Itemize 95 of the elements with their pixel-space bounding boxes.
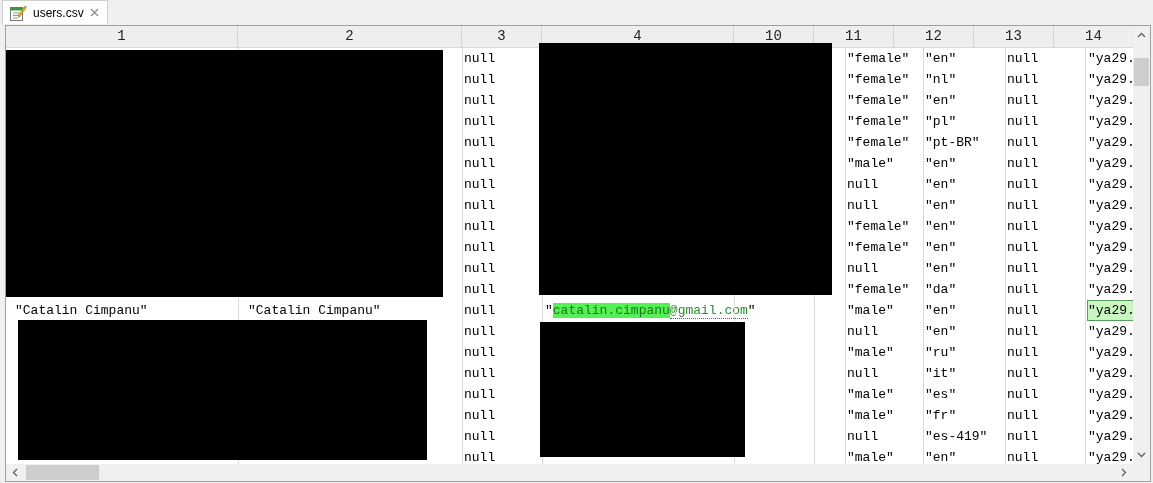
email-cell-text: "catalin.cimpanu@gmail.com" (545, 302, 756, 321)
table-cell: null (845, 426, 923, 447)
table-cell[interactable]: "ya29. (1087, 300, 1133, 321)
table-cell: "en" (923, 195, 1005, 216)
table-cell: "en" (923, 153, 1005, 174)
table-cell[interactable]: "ya29. (1087, 48, 1133, 69)
scroll-down-icon[interactable] (1137, 452, 1146, 458)
table-cell[interactable]: "ya29. (1087, 342, 1133, 363)
table-cell[interactable]: "ya29. (1087, 90, 1133, 111)
table-cell: "es-419" (923, 426, 1005, 447)
table-cell: null (1005, 153, 1085, 174)
table-cell: null (1005, 90, 1085, 111)
table-cell: "fr" (923, 405, 1005, 426)
table-cell[interactable]: "ya29. (1087, 111, 1133, 132)
table-cell: null (845, 258, 923, 279)
scroll-left-icon[interactable] (12, 468, 18, 477)
table-cell[interactable]: "ya29. (1087, 195, 1133, 216)
table-cell: "it" (923, 363, 1005, 384)
table-cell: "male" (845, 342, 923, 363)
table-cell[interactable]: "ya29. (1087, 237, 1133, 258)
table-cell: null (1005, 195, 1085, 216)
table-cell: "male" (845, 384, 923, 405)
table-cell[interactable]: "ya29. (1087, 174, 1133, 195)
table-cell: null (462, 300, 542, 321)
table-cell: null (845, 321, 923, 342)
table-cell: "female" (845, 69, 923, 90)
table-cell: null (1005, 279, 1085, 300)
table-cell: "pl" (923, 111, 1005, 132)
table-cell: null (845, 174, 923, 195)
table-cell: null (1005, 342, 1085, 363)
table-cell: null (1005, 237, 1085, 258)
table-cell: "en" (923, 321, 1005, 342)
file-tab[interactable]: users.csv (2, 0, 108, 24)
column-header: 13 (974, 26, 1054, 47)
table-cell: null (1005, 111, 1085, 132)
table-cell: "da" (923, 279, 1005, 300)
table-cell: null (1005, 384, 1085, 405)
vertical-scrollbar[interactable] (1133, 26, 1150, 464)
table-cell: null (1005, 48, 1085, 69)
table-cell: "en" (923, 216, 1005, 237)
table-cell: null (1005, 405, 1085, 426)
table-cell: null (1005, 426, 1085, 447)
table-cell[interactable]: "ya29. (1087, 447, 1133, 464)
table-cell: "en" (923, 237, 1005, 258)
table-cell: "female" (845, 111, 923, 132)
table-cell: null (845, 363, 923, 384)
table-cell: null (1005, 216, 1085, 237)
table-cell[interactable]: "ya29. (1087, 258, 1133, 279)
table-cell: null (845, 195, 923, 216)
table-cell: "female" (845, 132, 923, 153)
table-cell: "en" (923, 48, 1005, 69)
table-cell: "female" (845, 279, 923, 300)
column-header: 1 (6, 26, 238, 47)
table-cell[interactable]: "ya29. (1087, 153, 1133, 174)
table-cell: "female" (845, 90, 923, 111)
scrollbar-thumb[interactable] (1134, 58, 1149, 86)
column-header: 12 (894, 26, 974, 47)
scroll-up-icon[interactable] (1137, 32, 1146, 38)
table-cell: "pt-BR" (923, 132, 1005, 153)
table-cell: "en" (923, 174, 1005, 195)
table-cell: null (1005, 321, 1085, 342)
table-cell: null (1005, 132, 1085, 153)
table-cell[interactable]: "ya29. (1087, 132, 1133, 153)
table-cell: "male" (845, 300, 923, 321)
table-cell[interactable]: "ya29. (1087, 216, 1133, 237)
table-cell[interactable]: "ya29. (1087, 405, 1133, 426)
table-cell-text: "Catalin Cimpanu" (14, 302, 149, 320)
table-cell: "male" (845, 153, 923, 174)
notepad-icon (9, 3, 27, 22)
table-cell: "nl" (923, 69, 1005, 90)
table-cell: null (1005, 363, 1085, 384)
table-cell[interactable]: "ya29. (1087, 69, 1133, 90)
table-cell: "en" (923, 90, 1005, 111)
scroll-right-icon[interactable] (1121, 468, 1127, 477)
table-cell: "female" (845, 48, 923, 69)
table-cell: "en" (923, 300, 1005, 321)
table-cell: null (1005, 69, 1085, 90)
table-cell[interactable]: "ya29. (1087, 321, 1133, 342)
table-cell[interactable]: "ya29. (1087, 384, 1133, 405)
table-cell: "es" (923, 384, 1005, 405)
table-cell[interactable]: "ya29. (1087, 426, 1133, 447)
close-icon[interactable] (89, 8, 99, 17)
table-cell: "ru" (923, 342, 1005, 363)
scrollbar-thumb[interactable] (26, 465, 99, 480)
table-cell: "female" (845, 216, 923, 237)
table-cell[interactable]: "ya29. (1087, 363, 1133, 384)
table-cell: null (1005, 258, 1085, 279)
table-cell[interactable]: "ya29. (1087, 279, 1133, 300)
table-cell: "female" (845, 237, 923, 258)
table-cell: null (1005, 174, 1085, 195)
table-cell: "en" (923, 258, 1005, 279)
table-cell: null (1005, 300, 1085, 321)
column-header: 2 (238, 26, 462, 47)
horizontal-scrollbar[interactable] (6, 464, 1133, 481)
table-cell: "male" (845, 405, 923, 426)
